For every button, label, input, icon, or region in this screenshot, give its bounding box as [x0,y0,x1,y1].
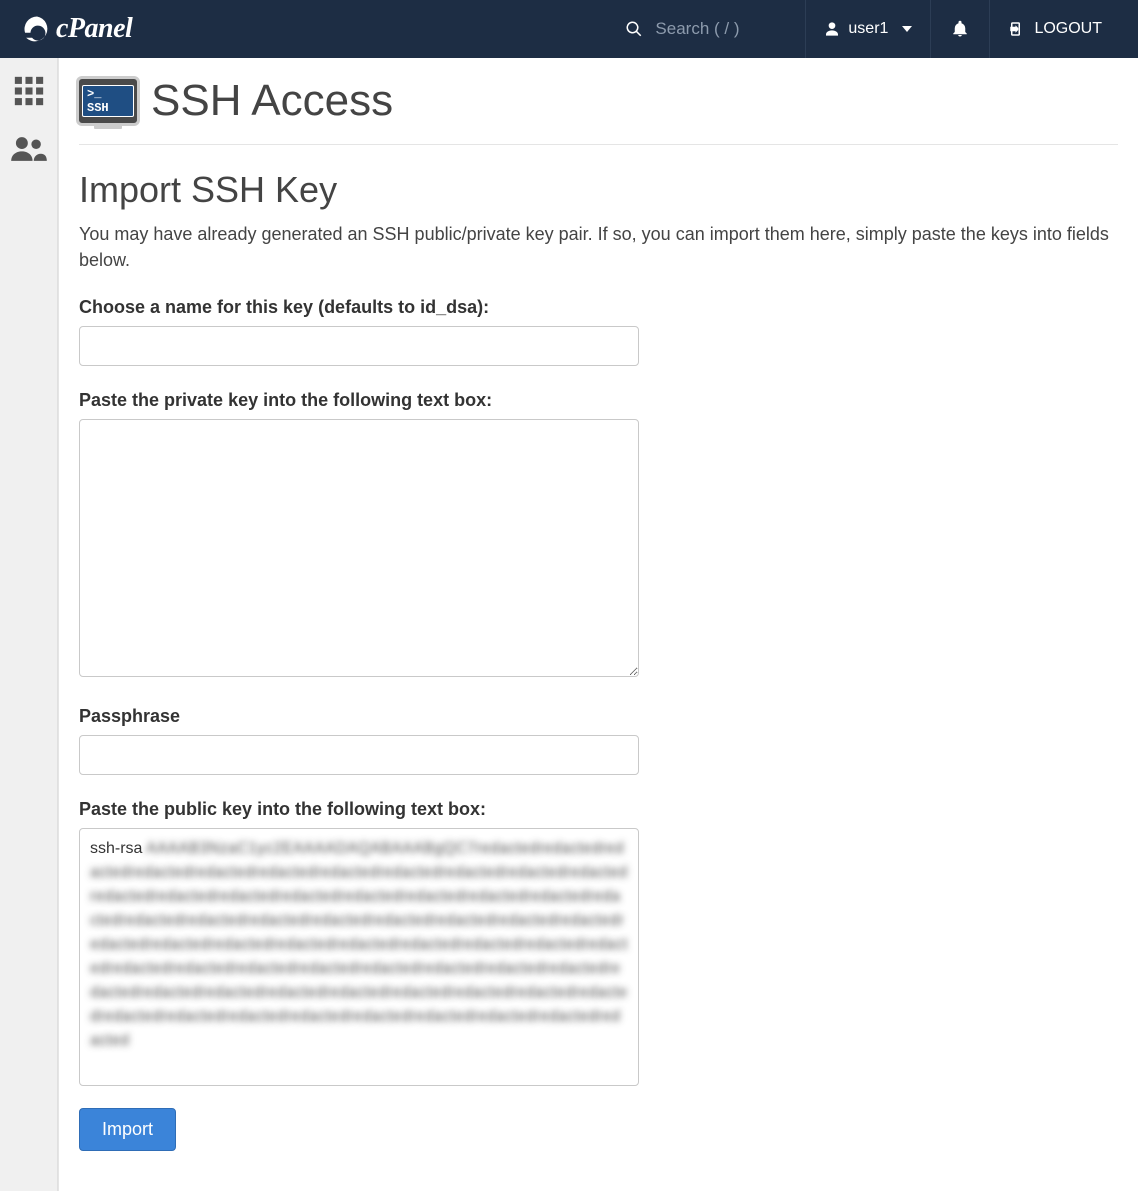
sidebar-item-apps[interactable] [10,72,48,110]
passphrase-input[interactable] [79,735,639,775]
public-key-prefix: ssh-rsa [90,840,142,857]
main-content: >_ SSH SSH Access Import SSH Key You may… [58,58,1138,1191]
user-menu[interactable]: user1 [806,0,930,58]
topbar: cPanel user1 LOGOUT [0,0,1138,58]
chevron-down-icon [902,26,912,32]
section-title: Import SSH Key [79,169,1118,211]
public-key-textarea[interactable]: ssh-rsa AAAAB3NzaC1yc2EAAAADAQABAAABgQC7… [79,828,639,1086]
public-key-label: Paste the public key into the following … [79,799,639,820]
brand-name: cPanel [56,13,132,45]
logout-icon [1008,20,1026,38]
notifications-button[interactable] [931,0,989,58]
user-label: user1 [848,20,888,38]
user-icon [824,21,840,37]
import-button[interactable]: Import [79,1108,176,1151]
key-name-label: Choose a name for this key (defaults to … [79,297,639,318]
users-icon [10,134,48,164]
search-input[interactable] [655,19,785,39]
field-public-key: Paste the public key into the following … [79,799,639,1086]
ssh-terminal-icon: >_ SSH [79,79,137,123]
search-icon [625,20,643,38]
logout-button[interactable]: LOGOUT [990,0,1120,58]
field-passphrase: Passphrase [79,706,639,775]
key-name-input[interactable] [79,326,639,366]
logout-label: LOGOUT [1034,20,1102,38]
global-search[interactable] [605,19,805,39]
section-description: You may have already generated an SSH pu… [79,221,1118,273]
page-title: SSH Access [151,76,393,126]
page-header: >_ SSH SSH Access [79,76,1118,145]
passphrase-label: Passphrase [79,706,639,727]
bell-icon [951,20,969,38]
brand-logo[interactable]: cPanel [22,13,132,45]
private-key-textarea[interactable] [79,419,639,677]
field-key-name: Choose a name for this key (defaults to … [79,297,639,366]
ssh-icon-badge: >_ SSH [82,85,134,117]
cpanel-logo-icon [22,14,52,44]
grid-icon [12,74,46,108]
private-key-label: Paste the private key into the following… [79,390,639,411]
public-key-body-redacted: AAAAB3NzaC1yc2EAAAADAQABAAABgQC7redacted… [90,840,627,1049]
sidebar-item-users[interactable] [10,130,48,168]
field-private-key: Paste the private key into the following… [79,390,639,682]
sidebar [0,58,58,1191]
